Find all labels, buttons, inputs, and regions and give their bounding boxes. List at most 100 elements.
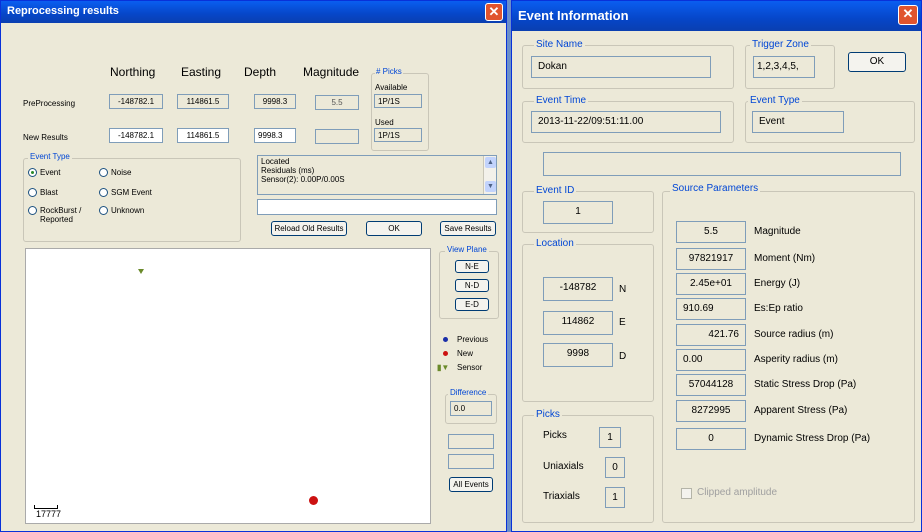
scroll-down-icon[interactable]: ▼ bbox=[485, 181, 496, 192]
ok-button[interactable]: OK bbox=[366, 221, 422, 236]
title-bar[interactable]: Event Information ✕ bbox=[512, 1, 921, 31]
site-name-field: Dokan bbox=[531, 56, 711, 78]
location-e-label: E bbox=[619, 317, 626, 328]
sgm-event-radio-label: SGM Event bbox=[111, 188, 152, 197]
blast-radio-label: Blast bbox=[40, 188, 58, 197]
pre-easting-field: 114861.5 bbox=[177, 94, 229, 109]
new-depth-input[interactable]: 9998.3 bbox=[254, 128, 296, 143]
source-param-value: 57044128 bbox=[676, 374, 746, 396]
new-easting-input[interactable]: 114861.5 bbox=[177, 128, 229, 143]
picks-header: # Picks bbox=[375, 67, 403, 76]
new-event-marker bbox=[309, 496, 318, 505]
sensor-label: Sensor bbox=[457, 363, 483, 372]
log-box[interactable]: Located Residuals (ms) Sensor(2): 0.00P/… bbox=[257, 155, 497, 195]
comment-input[interactable] bbox=[257, 199, 497, 215]
new-results-label: New Results bbox=[23, 133, 68, 142]
source-param-label: Asperity radius (m) bbox=[754, 354, 838, 365]
event-information-window: Event Information ✕ Site Name Dokan Trig… bbox=[511, 0, 922, 532]
used-picks-field: 1P/1S bbox=[374, 128, 422, 142]
source-param-label: Source radius (m) bbox=[754, 329, 834, 340]
extra-field-1 bbox=[448, 434, 494, 449]
uniaxials-label: Uniaxials bbox=[543, 461, 584, 472]
save-results-button[interactable]: Save Results bbox=[440, 221, 496, 236]
source-parameters-label: Source Parameters bbox=[670, 183, 761, 194]
source-param-label: Dynamic Stress Drop (Pa) bbox=[754, 433, 871, 444]
used-label: Used bbox=[375, 118, 394, 127]
source-param-label: Moment (Nm) bbox=[754, 253, 816, 264]
new-label: New bbox=[457, 349, 474, 358]
view-nd-button[interactable]: N-D bbox=[455, 279, 489, 292]
log-line-2: Residuals (ms) bbox=[261, 166, 315, 175]
event-radio-label: Event bbox=[40, 168, 61, 177]
unknown-radio-label: Unknown bbox=[111, 206, 145, 215]
unknown-radio[interactable] bbox=[99, 206, 108, 215]
triaxials-label: Triaxials bbox=[543, 491, 580, 502]
clipped-amplitude-label: Clipped amplitude bbox=[697, 487, 778, 498]
trigger-zone-field: 1,2,3,4,5, bbox=[753, 56, 815, 78]
title-bar[interactable]: Reprocessing results ✕ bbox=[1, 1, 506, 23]
source-param-label: Magnitude bbox=[754, 226, 801, 237]
noise-radio[interactable] bbox=[99, 168, 108, 177]
new-northing-input[interactable]: -148782.1 bbox=[109, 128, 163, 143]
source-param-label: Static Stress Drop (Pa) bbox=[754, 379, 857, 390]
event-time-label: Event Time bbox=[534, 95, 589, 106]
blast-radio[interactable] bbox=[28, 188, 37, 197]
ok-button[interactable]: OK bbox=[848, 52, 906, 72]
source-param-value: 910.69 bbox=[676, 298, 746, 320]
view-ne-button[interactable]: N-E bbox=[455, 260, 489, 273]
all-events-button[interactable]: All Events bbox=[449, 477, 493, 492]
clipped-amplitude-checkbox[interactable] bbox=[681, 488, 692, 499]
plot-canvas[interactable]: 17777 bbox=[25, 248, 431, 524]
rockburst-radio-label: RockBurst / Reported bbox=[40, 206, 82, 224]
location-n-field: -148782 bbox=[543, 277, 613, 301]
previous-label: Previous bbox=[457, 335, 489, 344]
sgm-event-radio[interactable] bbox=[99, 188, 108, 197]
northing-header: Northing bbox=[110, 65, 156, 79]
location-e-field: 114862 bbox=[543, 311, 613, 335]
window-title: Reprocessing results bbox=[7, 5, 119, 17]
reprocessing-results-window: Reprocessing results ✕ Northing Easting … bbox=[0, 0, 507, 532]
available-label: Available bbox=[375, 83, 408, 92]
scale-label: 17777 bbox=[36, 509, 62, 519]
source-param-value: 2.45e+01 bbox=[676, 273, 746, 295]
site-name-label: Site Name bbox=[534, 39, 585, 50]
event-radio[interactable] bbox=[28, 168, 37, 177]
available-picks-field: 1P/1S bbox=[374, 94, 422, 108]
source-param-label: Apparent Stress (Pa) bbox=[754, 405, 848, 416]
picks-field: 1 bbox=[599, 427, 621, 448]
window-title: Event Information bbox=[518, 8, 629, 23]
event-id-label: Event ID bbox=[534, 185, 577, 196]
view-plane-label: View Plane bbox=[445, 245, 489, 254]
source-param-value: 0 bbox=[676, 428, 746, 450]
previous-dot bbox=[443, 337, 448, 342]
event-time-field: 2013-11-22/09:51:11.00 bbox=[531, 111, 721, 133]
picks-group bbox=[522, 415, 654, 523]
noise-radio-label: Noise bbox=[111, 168, 132, 177]
triaxials-field: 1 bbox=[605, 487, 625, 508]
comment-field bbox=[543, 152, 901, 176]
view-ed-button[interactable]: E-D bbox=[455, 298, 489, 311]
source-param-value: 97821917 bbox=[676, 248, 746, 270]
close-icon[interactable]: ✕ bbox=[898, 5, 918, 25]
log-scrollbar[interactable]: ▲ ▼ bbox=[483, 156, 496, 194]
location-d-field: 9998 bbox=[543, 343, 613, 367]
uniaxials-field: 0 bbox=[605, 457, 625, 478]
reload-old-results-button[interactable]: Reload Old Results bbox=[271, 221, 347, 236]
event-type-label: Event Type bbox=[748, 95, 802, 106]
difference-label: Difference bbox=[448, 388, 489, 397]
depth-header: Depth bbox=[244, 65, 277, 79]
pre-northing-field: -148782.1 bbox=[109, 94, 163, 109]
source-param-value: 5.5 bbox=[676, 221, 746, 243]
log-line-1: Located bbox=[261, 157, 290, 166]
magnitude-header: Magnitude bbox=[303, 65, 360, 79]
close-icon[interactable]: ✕ bbox=[485, 3, 503, 21]
difference-field: 0.0 bbox=[450, 401, 492, 416]
rockburst-radio[interactable] bbox=[28, 206, 37, 215]
trigger-zone-label: Trigger Zone bbox=[750, 39, 811, 50]
pre-magnitude-field: 5.5 bbox=[315, 95, 359, 110]
source-param-label: Energy (J) bbox=[754, 278, 801, 289]
scroll-up-icon[interactable]: ▲ bbox=[485, 157, 496, 168]
event-type-group-label: Event Type bbox=[28, 152, 72, 161]
extra-field-2 bbox=[448, 454, 494, 469]
location-n-label: N bbox=[619, 284, 627, 295]
